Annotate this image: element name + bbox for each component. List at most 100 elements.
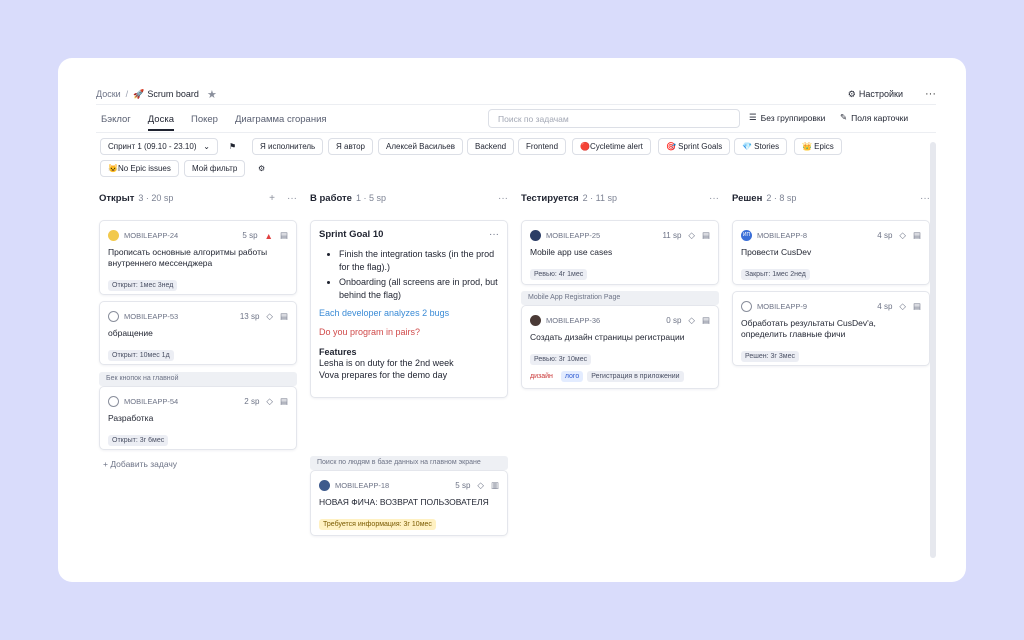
column-open: Открыт 3 · 20 sp + ··· MOBILEAPP-24 5 sp … [99,190,297,530]
status-tag: Открыт: 10мес 1д [108,350,174,361]
layers-icon: ☰ [749,112,757,122]
breadcrumb-current[interactable]: 🚀 Scrum board [133,89,199,100]
task-key: MOBILEAPP-9 [757,302,808,311]
task-title: Создать дизайн страницы регистрации [530,332,685,342]
label-tag[interactable]: Регистрация в приложении [587,371,684,382]
star-icon[interactable]: ★ [207,88,217,101]
task-key: MOBILEAPP-54 [124,397,179,406]
sprint-goal-card[interactable]: Sprint Goal 10 ··· Finish the integratio… [310,220,508,398]
label-tag[interactable]: лого [560,371,584,382]
view-tabs: Бэклог Доска Покер Диаграмма сгорания [101,114,327,131]
feature-line: Lesha is on duty for the 2nd week [319,358,454,368]
story-points: 5 sp [242,231,258,240]
flag-button[interactable]: ⚑ [221,138,244,155]
filter-chip[interactable]: Алексей Васильев [378,138,463,155]
chevron-down-icon: ⌄ [203,142,210,151]
column-meta: 2 · 11 sp [582,193,617,203]
settings-button[interactable]: ⚙ Настройки [848,89,903,100]
avatar [530,230,541,241]
column-meta: 3 · 20 sp [138,193,174,203]
sprint-goal-item: Onboarding (all screens are in prod, but… [339,276,499,301]
tab-burndown[interactable]: Диаграмма сгорания [235,114,327,131]
task-card[interactable]: MOBILEAPP-54 2 sp ◇ ▤ Разработка Открыт:… [99,386,297,450]
search-input[interactable]: Поиск по задачам [488,109,740,128]
sprint-select[interactable]: Спринт 1 (09.10 - 23.10) ⌄ [100,138,218,155]
column-title: Тестируется [521,192,579,204]
task-card[interactable]: MOBILEAPP-25 11 sp ◇ ▤ Mobile app use ca… [521,220,719,285]
filter-chip[interactable]: Мой фильтр [184,160,246,177]
column-meta: 2 · 8 sp [766,193,797,203]
breadcrumb-root[interactable]: Доски [96,89,121,99]
task-title: Mobile app use cases [530,247,613,257]
settings-label: Настройки [858,89,903,99]
task-card[interactable]: MOBILEAPP-18 5 sp ◇ ▥ НОВАЯ ФИЧА: ВОЗВРА… [310,470,508,536]
filter-chip[interactable]: 😺No Epic issues [100,160,179,177]
more-menu-button[interactable]: ··· [925,88,936,100]
tab-board[interactable]: Доска [147,114,174,131]
more-icon[interactable]: ··· [287,193,297,204]
document-icon: ▤ [701,230,710,240]
filter-chip[interactable]: Я исполнитель [252,138,324,155]
task-key: MOBILEAPP-8 [757,231,808,240]
story-points: 13 sp [239,312,260,321]
filter-chip[interactable]: 👑 Epics [794,138,842,155]
story-points: 4 sp [877,302,893,311]
filter-chip[interactable]: 💎 Stories [734,138,788,155]
status-tag: Ревью: 4г 1мес [530,269,588,280]
column-header: В работе 1 · 5 sp ··· [310,190,508,206]
column-title: Открыт [99,192,135,204]
task-title: Разработка [108,413,154,423]
column-testing: Тестируется 2 · 11 sp ··· MOBILEAPP-25 1… [521,190,719,450]
grouping-button[interactable]: ☰ Без группировки [749,112,825,123]
card-fields-button[interactable]: ✎ Поля карточки [840,112,908,123]
task-card[interactable]: MOBILEAPP-9 4 sp ◇ ▤ Обработать результа… [732,291,930,366]
avatar [319,480,330,491]
filter-chip[interactable]: Я автор [328,138,373,155]
task-title: Провести CusDev [741,247,812,257]
status-tag: Закрыт: 1мес 2нед [741,269,810,280]
tab-poker[interactable]: Покер [191,114,218,131]
story-points: 5 sp [455,481,471,490]
task-title: обращение [108,328,153,338]
task-title: Прописать основные алгоритмы работы внут… [108,247,268,268]
filter-chip[interactable]: 🎯 Sprint Goals [658,138,731,155]
diamond-icon: ◇ [688,315,695,325]
task-key: MOBILEAPP-25 [546,231,601,240]
filter-chip[interactable]: Frontend [518,138,567,155]
edit-icon: ✎ [840,112,848,122]
avatar [530,315,541,326]
task-card[interactable]: MOBILEAPP-36 0 sp ◇ ▤ Создать дизайн стр… [521,305,719,389]
filter-settings-button[interactable]: ⚙ [250,160,273,177]
story-points: 2 sp [244,397,260,406]
task-card[interactable]: MOBILEAPP-24 5 sp ▲ ▤ Прописать основные… [99,220,297,295]
column-header: Решен 2 · 8 sp ··· [732,190,930,206]
add-task-button[interactable]: + Добавить задачу [103,459,177,469]
filter-chip[interactable]: 🔴Cycletime alert [572,138,651,155]
column-title: В работе [310,192,352,204]
rocket-icon: 🚀 [133,88,145,99]
column-meta: 1 · 5 sp [355,193,386,203]
board-scrollbar[interactable] [930,142,936,558]
diamond-icon: ◇ [899,230,906,240]
label-tag[interactable]: дизайн [530,371,557,382]
divider [96,132,936,133]
diamond-icon: ◇ [266,311,273,321]
more-icon[interactable]: ··· [709,193,719,204]
task-card[interactable]: ИП MOBILEAPP-8 4 sp ◇ ▤ Провести CusDev … [732,220,930,285]
avatar: ИП [741,230,752,241]
status-tag: Открыт: 3г 6мес [108,435,169,446]
more-icon[interactable]: ··· [489,229,499,240]
task-card[interactable]: MOBILEAPP-53 13 sp ◇ ▤ обращение Открыт:… [99,301,297,365]
gear-icon: ⚙ [847,88,856,99]
filter-chip[interactable]: Backend [467,138,515,155]
features-title: Features [319,347,357,357]
board-window: Доски / 🚀 Scrum board ★ ⚙ Настройки ··· … [58,58,966,582]
plus-icon[interactable]: + [269,193,275,204]
more-icon[interactable]: ··· [498,193,508,204]
tab-backlog[interactable]: Бэклог [101,114,131,131]
story-points: 0 sp [666,316,682,325]
sprint-goal-red-text: Do you program in pairs? [319,327,421,337]
diamond-icon: ◇ [266,396,273,406]
column-in-progress: В работе 1 · 5 sp ··· Sprint Goal 10 ···… [310,190,508,550]
more-icon[interactable]: ··· [920,193,930,204]
